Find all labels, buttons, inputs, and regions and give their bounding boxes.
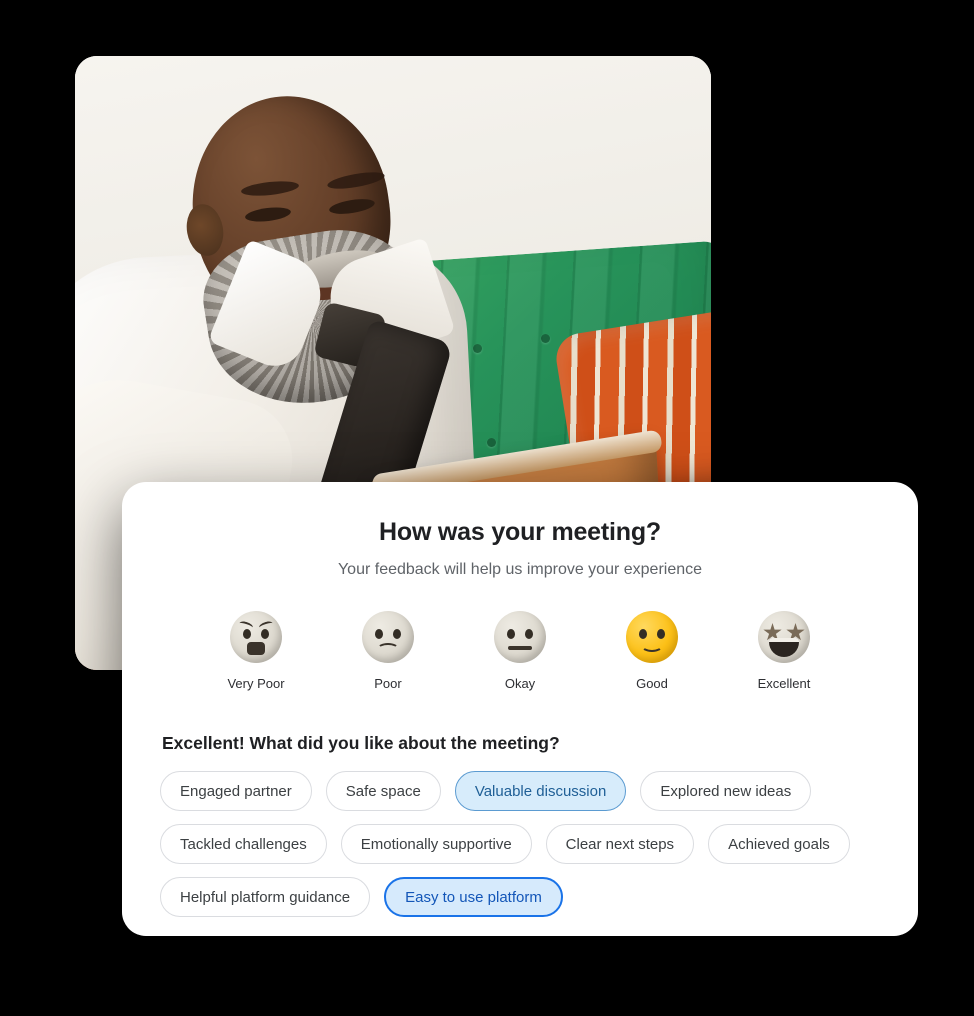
rating-label: Okay: [504, 676, 536, 691]
star-struck-face-icon: [758, 611, 810, 663]
rating-option-good[interactable]: Good: [592, 611, 712, 691]
rating-scale: Very Poor Poor Okay Good Excellent: [196, 611, 844, 691]
chip-emotionally-supportive[interactable]: Emotionally supportive: [340, 824, 532, 864]
feedback-card: How was your meeting? Your feedback will…: [122, 482, 918, 936]
chip-explored-new-ideas[interactable]: Explored new ideas: [640, 771, 812, 811]
neutral-face-icon: [494, 611, 546, 663]
rating-option-poor[interactable]: Poor: [328, 611, 448, 691]
slightly-smiling-face-icon: [626, 611, 678, 663]
rating-label: Good: [636, 676, 668, 691]
chip-clear-next-steps[interactable]: Clear next steps: [545, 824, 695, 864]
couch-tuft: [541, 334, 550, 343]
chip-tackled-challenges[interactable]: Tackled challenges: [160, 824, 327, 864]
rating-option-very-poor[interactable]: Very Poor: [196, 611, 316, 691]
couch-tuft: [473, 344, 482, 353]
rating-label: Poor: [374, 676, 402, 691]
chip-safe-space[interactable]: Safe space: [325, 771, 441, 811]
rating-label: Very Poor: [227, 676, 285, 691]
chip-easy-to-use-platform[interactable]: Easy to use platform: [384, 877, 563, 917]
page-subtitle: Your feedback will help us improve your …: [337, 561, 703, 578]
chip-valuable-discussion[interactable]: Valuable discussion: [454, 771, 627, 811]
chip-achieved-goals[interactable]: Achieved goals: [708, 824, 850, 864]
chip-helpful-platform-guidance[interactable]: Helpful platform guidance: [160, 877, 371, 917]
feedback-chip-group: Engaged partner Safe space Valuable disc…: [160, 771, 880, 917]
couch-tuft: [487, 438, 496, 447]
rating-label: Excellent: [757, 676, 811, 691]
rating-option-excellent[interactable]: Excellent: [724, 611, 844, 691]
frowning-face-icon: [362, 611, 414, 663]
fearful-face-icon: [230, 611, 282, 663]
page-title: How was your meeting?: [379, 518, 661, 546]
chips-heading: Excellent! What did you like about the m…: [162, 733, 560, 753]
rating-option-okay[interactable]: Okay: [460, 611, 580, 691]
chip-engaged-partner[interactable]: Engaged partner: [160, 771, 312, 811]
screen-root: How was your meeting? Your feedback will…: [0, 0, 974, 1016]
